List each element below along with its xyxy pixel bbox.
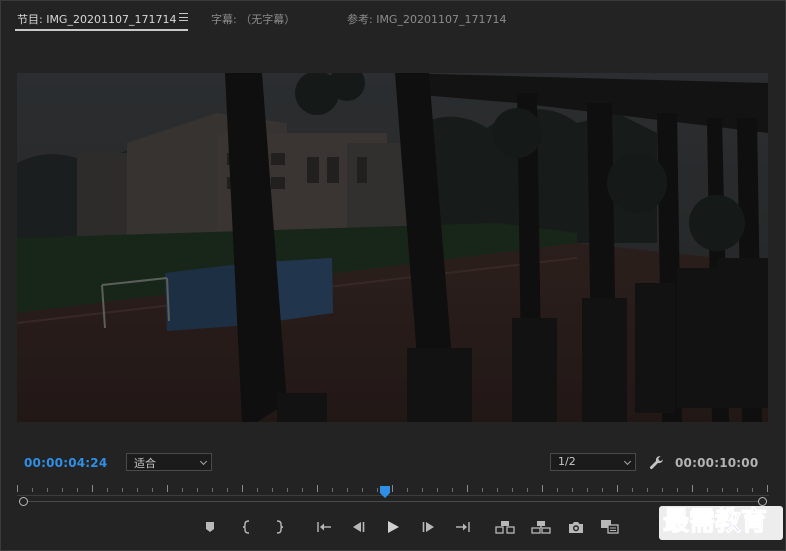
go-to-in-button[interactable]: [313, 517, 335, 537]
zoom-scrollbar-track[interactable]: [23, 501, 763, 502]
add-marker-button[interactable]: [199, 517, 221, 537]
ruler-tick: [437, 488, 438, 492]
ruler-tick: [512, 488, 513, 492]
tab-captions[interactable]: 字幕: （无字幕）: [211, 11, 295, 27]
zoom-select-value: 适合: [134, 457, 156, 470]
time-ruler[interactable]: [17, 485, 769, 497]
play-button[interactable]: [382, 517, 404, 537]
active-tab-underline: [15, 29, 188, 31]
ruler-tick: [362, 488, 363, 492]
ruler-tick: [722, 488, 723, 492]
ruler-tick: [302, 488, 303, 492]
ruler-tick: [287, 488, 288, 492]
ruler-tick: [527, 488, 528, 492]
playhead-timecode[interactable]: 00:00:04:24: [24, 456, 107, 470]
ruler-tick: [497, 488, 498, 492]
extract-button[interactable]: [530, 517, 552, 537]
ruler-tick: [767, 485, 768, 492]
mark-out-icon: [276, 520, 284, 534]
ruler-tick: [482, 488, 483, 492]
ruler-tick: [47, 488, 48, 492]
video-frame-image: [17, 73, 768, 422]
resolution-select[interactable]: 1/2: [550, 453, 636, 471]
ruler-tick: [542, 485, 543, 492]
mark-in-button[interactable]: [236, 517, 258, 537]
add-marker-icon: [206, 522, 214, 532]
zoom-select[interactable]: 适合: [126, 453, 212, 471]
ruler-tick: [77, 488, 78, 492]
wrench-icon[interactable]: [649, 455, 664, 470]
ruler-tick: [467, 485, 468, 492]
extract-icon: [531, 521, 551, 534]
ruler-tick: [107, 488, 108, 492]
ruler-tick: [407, 488, 408, 492]
tab-program[interactable]: 节目: IMG_20201107_171714: [17, 11, 176, 27]
ruler-tick: [752, 488, 753, 492]
ruler-tick: [617, 485, 618, 492]
playhead-marker-icon[interactable]: [380, 483, 390, 498]
ruler-tick: [272, 488, 273, 492]
ruler-tick: [167, 485, 168, 492]
lift-icon: [495, 521, 515, 534]
step-forward-icon: [422, 522, 434, 532]
watermark-logo: 最需教育: [659, 504, 783, 540]
resolution-select-value: 1/2: [558, 455, 576, 468]
ruler-tick: [602, 488, 603, 492]
chevron-down-icon: [199, 457, 208, 466]
ruler-tick: [317, 485, 318, 492]
ruler-tick: [227, 488, 228, 492]
mark-out-button[interactable]: [268, 517, 290, 537]
ruler-tick: [422, 488, 423, 492]
ruler-tick: [17, 485, 18, 492]
ruler-tick: [587, 488, 588, 492]
watermark-text: 最需教育: [663, 507, 768, 538]
ruler-tick: [677, 488, 678, 492]
ruler-tick: [572, 488, 573, 492]
ruler-tick: [662, 488, 663, 492]
ruler-tick: [212, 488, 213, 492]
ruler-tick: [242, 485, 243, 492]
ruler-tick: [137, 488, 138, 492]
ruler-tick: [452, 488, 453, 492]
go-to-out-button[interactable]: [452, 517, 474, 537]
ruler-tick: [737, 488, 738, 492]
duration-timecode: 00:00:10:00: [675, 456, 759, 470]
step-forward-button[interactable]: [418, 517, 440, 537]
ruler-tick: [707, 488, 708, 492]
lift-button[interactable]: [494, 517, 516, 537]
ruler-tick: [32, 488, 33, 492]
ruler-tick: [692, 485, 693, 492]
go-to-out-icon: [456, 522, 470, 532]
mark-in-icon: [242, 520, 250, 534]
zoom-scrollbar-start-handle[interactable]: [19, 497, 28, 506]
ruler-tick: [122, 488, 123, 492]
ruler-tick: [152, 488, 153, 492]
compare-icon: [601, 520, 619, 534]
ruler-tick: [347, 488, 348, 492]
ruler-tick: [182, 488, 183, 492]
tab-reference[interactable]: 参考: IMG_20201107_171714: [347, 11, 506, 27]
ruler-tick: [632, 488, 633, 492]
ruler-tick: [377, 488, 378, 492]
ruler-tick: [62, 488, 63, 492]
tab-bar: 节目: IMG_20201107_171714 字幕: （无字幕） 参考: IM…: [1, 1, 785, 33]
compare-view-button[interactable]: [599, 517, 621, 537]
ruler-tick: [332, 488, 333, 492]
ruler-tick: [92, 485, 93, 492]
go-to-in-icon: [317, 522, 331, 532]
ruler-tick: [392, 485, 393, 492]
ruler-tick: [257, 488, 258, 492]
step-back-button[interactable]: [347, 517, 369, 537]
ruler-tick: [647, 488, 648, 492]
ruler-tick: [557, 488, 558, 492]
video-preview: [17, 73, 768, 422]
chevron-down-icon: [623, 457, 632, 466]
camera-icon: [569, 521, 583, 533]
hamburger-menu-icon[interactable]: [179, 13, 188, 21]
export-frame-button[interactable]: [565, 517, 587, 537]
ruler-tick: [197, 488, 198, 492]
play-icon: [388, 521, 399, 533]
step-back-icon: [353, 522, 365, 532]
program-monitor-panel: 节目: IMG_20201107_171714 字幕: （无字幕） 参考: IM…: [0, 0, 786, 551]
